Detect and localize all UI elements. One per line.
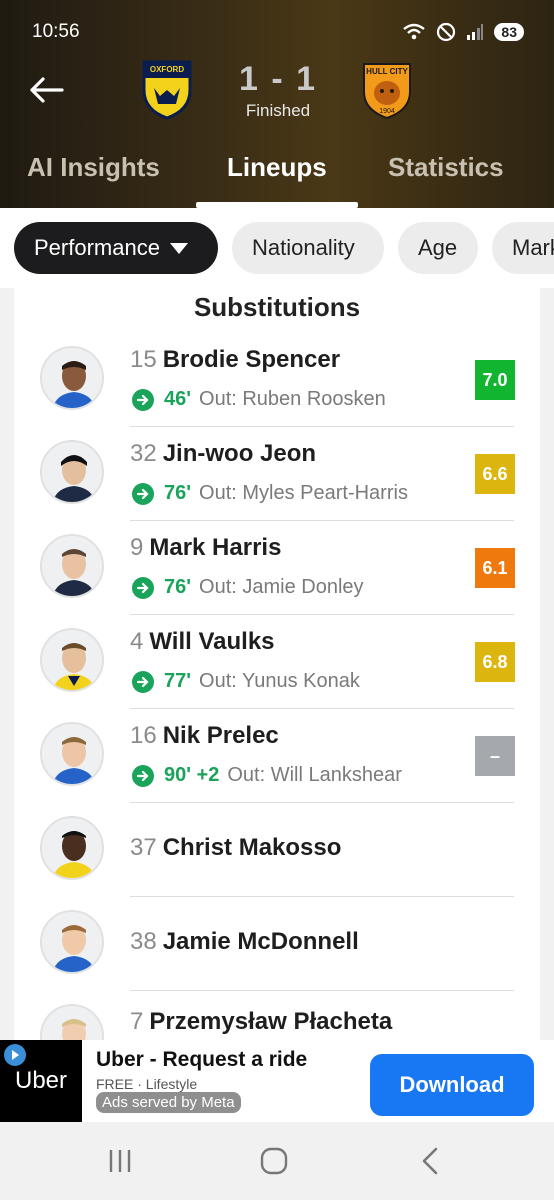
- tab-bar: AI Insights Lineups Statistics: [0, 148, 554, 208]
- player-avatar: [40, 628, 104, 692]
- svg-text:OXFORD: OXFORD: [150, 65, 184, 74]
- player-rating: 7.0: [475, 360, 515, 400]
- substitution-info: 76' Out: Jamie Donley: [132, 576, 364, 599]
- arrow-left-icon: [30, 77, 64, 103]
- ad-title: Uber - Request a ride: [96, 1048, 308, 1071]
- sub-minute: 77': [164, 670, 192, 692]
- chip-market-value[interactable]: Mark: [492, 222, 554, 274]
- player-row[interactable]: 37 Christ Makosso: [14, 802, 540, 897]
- chip-age[interactable]: Age: [398, 222, 478, 274]
- sub-out-player: Out: Will Lankshear: [227, 764, 402, 786]
- player-row[interactable]: 4 Will Vaulks 77' Out: Yunus Konak 6.8: [14, 614, 540, 709]
- ad-choices-icon[interactable]: [4, 1044, 26, 1066]
- substitutions-card: Substitutions 15 Brodie Spencer 46' Out: …: [14, 288, 540, 1040]
- caret-down-icon: [169, 242, 188, 254]
- player-name: 16 Nik Prelec: [130, 722, 279, 749]
- svg-text:1904: 1904: [379, 108, 395, 115]
- status-bar: 10:56 83: [32, 18, 524, 46]
- tab-ai-insights[interactable]: AI Insights: [27, 148, 160, 183]
- download-button[interactable]: Download: [370, 1054, 534, 1116]
- chip-label: Performance: [34, 235, 160, 260]
- ad-banner[interactable]: Uber Uber - Request a ride FREE · Lifest…: [0, 1040, 554, 1122]
- status-icons: 83: [402, 22, 524, 42]
- ad-subtitle: FREE · Lifestyle: [96, 1076, 198, 1092]
- player-rating: 6.6: [475, 454, 515, 494]
- battery-icon: 83: [494, 23, 524, 41]
- sub-in-icon: [132, 576, 154, 599]
- match-header: 10:56 83 OXFORD 1 - 1 Finished HULL CITY…: [0, 0, 554, 208]
- ad-attribution: Ads served by Meta: [96, 1092, 241, 1113]
- recent-apps-icon[interactable]: [100, 1146, 140, 1176]
- player-rating: –: [475, 736, 515, 776]
- home-team-crest-icon[interactable]: OXFORD: [140, 60, 194, 120]
- away-team-crest-icon[interactable]: HULL CITY 1904: [360, 60, 414, 120]
- back-button[interactable]: [26, 70, 66, 110]
- player-name: 38 Jamie McDonnell: [130, 928, 359, 955]
- player-avatar: [40, 534, 104, 598]
- tab-statistics[interactable]: Statistics: [388, 148, 504, 183]
- substitution-info: 90' +2 Out: Will Lankshear: [132, 764, 402, 787]
- player-row[interactable]: 16 Nik Prelec 90' +2 Out: Will Lankshear …: [14, 708, 540, 803]
- player-avatar: [40, 346, 104, 410]
- player-avatar: [40, 440, 104, 504]
- sub-in-icon: [132, 670, 154, 693]
- score-value: 1 - 1: [238, 60, 318, 98]
- player-rating: 6.1: [475, 548, 515, 588]
- player-name: 32 Jin-woo Jeon: [130, 440, 317, 467]
- sub-in-icon: [132, 482, 154, 505]
- sub-out-player: Out: Yunus Konak: [199, 670, 360, 692]
- player-avatar: [40, 1004, 104, 1040]
- player-row[interactable]: 32 Jin-woo Jeon 76' Out: Myles Peart-Harr…: [14, 426, 540, 521]
- svg-text:HULL CITY: HULL CITY: [366, 67, 408, 76]
- sub-out-player: Out: Myles Peart-Harris: [199, 482, 408, 504]
- wifi-icon: [402, 22, 426, 42]
- sub-in-icon: [132, 388, 154, 411]
- player-name: 15 Brodie Spencer: [130, 346, 341, 373]
- player-name: 9 Mark Harris: [130, 534, 282, 561]
- sub-minute: 76': [164, 576, 192, 598]
- back-nav-icon[interactable]: [410, 1146, 450, 1176]
- clock: 10:56: [32, 21, 80, 42]
- player-row[interactable]: 38 Jamie McDonnell: [14, 896, 540, 991]
- substitution-info: 77' Out: Yunus Konak: [132, 670, 360, 693]
- section-title: Substitutions: [193, 292, 361, 322]
- sub-in-icon: [132, 764, 154, 787]
- filter-chips: Performance Nationality Age Mark: [0, 208, 554, 288]
- chip-performance[interactable]: Performance: [14, 222, 218, 274]
- player-row[interactable]: 7 Przemysław Płacheta: [14, 990, 540, 1040]
- sub-out-player: Out: Ruben Roosken: [199, 388, 386, 410]
- player-name: 7 Przemysław Płacheta: [130, 1008, 393, 1035]
- chip-nationality[interactable]: Nationality: [232, 222, 384, 274]
- player-name: 37 Christ Makosso: [130, 834, 342, 861]
- home-icon[interactable]: [254, 1146, 294, 1176]
- player-row[interactable]: 15 Brodie Spencer 46' Out: Ruben Roosken …: [14, 332, 540, 427]
- signal-icon: [466, 23, 484, 41]
- player-name: 4 Will Vaulks: [130, 628, 275, 655]
- player-avatar: [40, 722, 104, 786]
- sub-minute: 90' +2: [164, 764, 220, 786]
- player-rating: 6.8: [475, 642, 515, 682]
- sub-minute: 76': [164, 482, 192, 504]
- system-nav-bar: [0, 1122, 554, 1200]
- do-not-disturb-icon: [436, 22, 456, 42]
- match-status: Finished: [245, 101, 311, 120]
- sub-minute: 46': [164, 388, 192, 410]
- player-avatar: [40, 816, 104, 880]
- player-avatar: [40, 910, 104, 974]
- tab-lineups[interactable]: Lineups: [227, 148, 327, 183]
- substitution-info: 46' Out: Ruben Roosken: [132, 388, 386, 411]
- player-row[interactable]: 9 Mark Harris 76' Out: Jamie Donley 6.1: [14, 520, 540, 615]
- substitution-info: 76' Out: Myles Peart-Harris: [132, 482, 408, 505]
- sub-out-player: Out: Jamie Donley: [199, 576, 364, 598]
- score-board: 1 - 1 Finished: [200, 60, 356, 121]
